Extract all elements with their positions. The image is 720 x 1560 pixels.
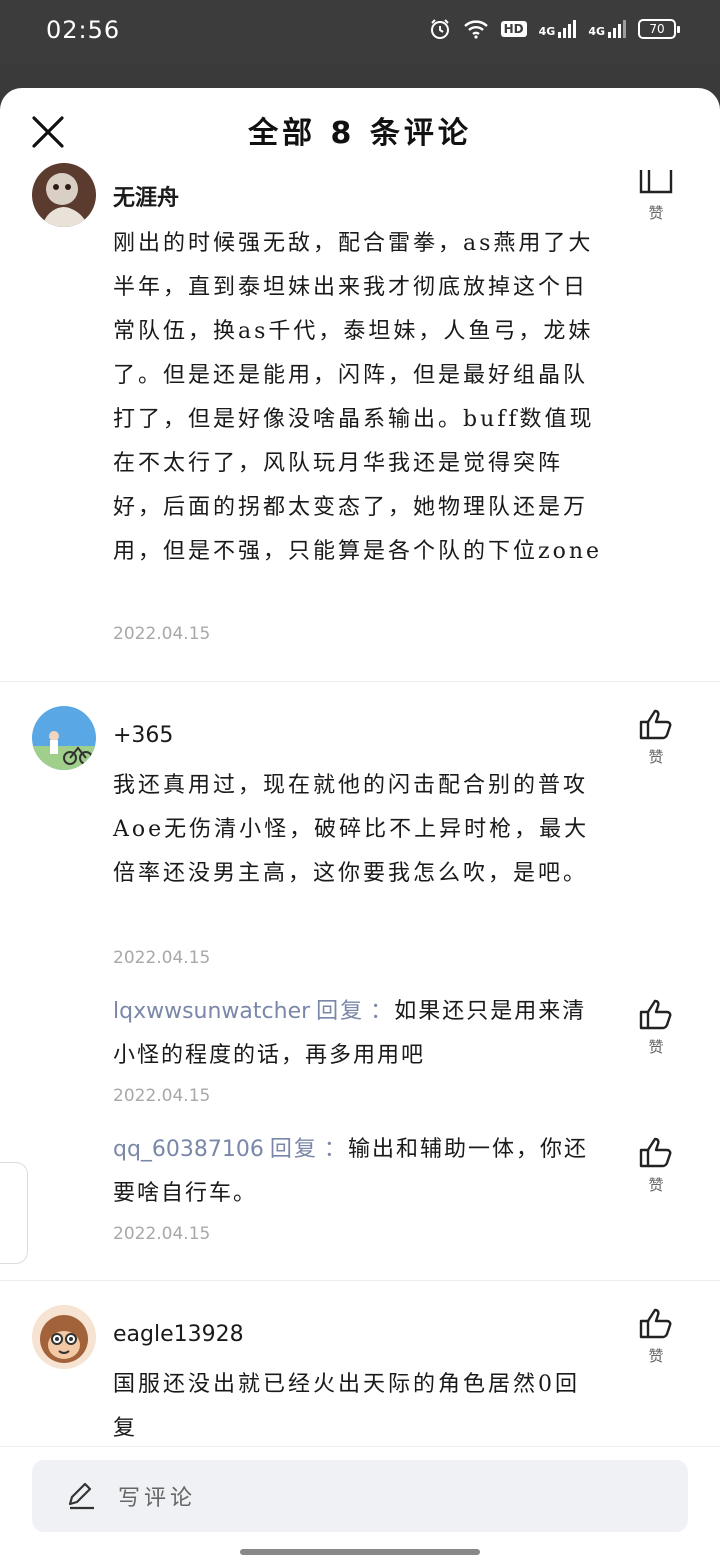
reply-connector: 回复: [269, 1137, 318, 1162]
like-label: 赞: [648, 204, 664, 222]
comment-item: eagle13928 赞 国服还没出就已经火出天际的角色居然0回复: [0, 1281, 720, 1451]
comment-date: 2022.04.15: [113, 624, 211, 644]
avatar[interactable]: [32, 163, 96, 227]
signal-icon: 4G: [539, 20, 577, 38]
thumbs-up-icon: [639, 709, 672, 740]
status-bar: 02:56 HD 4G 4G 70: [0, 0, 720, 64]
battery-icon: 70: [638, 19, 680, 39]
like-button[interactable]: 赞: [636, 1307, 676, 1366]
write-comment-placeholder: 写评论: [118, 1486, 197, 1511]
wifi-icon: [463, 19, 489, 39]
like-label: 赞: [648, 1176, 664, 1194]
reply-item: qq_60387106 回复 ：输出和辅助一体，你还要啥自行车。: [113, 1137, 588, 1206]
like-button[interactable]: 赞: [636, 170, 676, 223]
signal-icon-2: 4G: [588, 20, 626, 38]
comments-sheet: 全部 8 条评论 无涯舟 赞 刚出的时候强无敌，配合雷拳，as燕用了大半年，直到…: [0, 88, 720, 1560]
reply-item: lqxwwsunwatcher 回复 ：如果还只是用来清小怪的程度的话，再多用用吧: [113, 999, 587, 1068]
comment-text: 刚出的时候强无敌，配合雷拳，as燕用了大半年，直到泰坦妹出来我才彻底放掉这个日常…: [113, 231, 603, 564]
status-icons: HD 4G 4G 70: [429, 18, 680, 40]
avatar[interactable]: [32, 706, 96, 770]
like-button[interactable]: 赞: [636, 1136, 676, 1195]
reply-username[interactable]: lqxwwsunwatcher: [113, 999, 310, 1024]
hd-icon: HD: [500, 21, 527, 37]
comment-text: 我还真用过，现在就他的闪击配合别的普攻Aoe无伤清小怪，破碎比不上异时枪，最大倍…: [113, 773, 590, 886]
thumbs-up-icon: [639, 1308, 672, 1339]
avatar[interactable]: [32, 1305, 96, 1369]
comment-text: 国服还没出就已经火出天际的角色居然0回复: [113, 1372, 580, 1441]
like-button[interactable]: 赞: [636, 998, 676, 1057]
comment-username[interactable]: eagle13928: [113, 1322, 244, 1347]
comment-username[interactable]: 无涯舟: [113, 180, 179, 212]
network-type-label-2: 4G: [588, 25, 605, 38]
comment-item: 无涯舟 赞 刚出的时候强无敌，配合雷拳，as燕用了大半年，直到泰坦妹出来我才彻底…: [0, 88, 720, 682]
alarm-icon: [429, 18, 451, 40]
like-label: 赞: [648, 1347, 664, 1365]
home-indicator[interactable]: [240, 1549, 480, 1555]
like-label: 赞: [648, 748, 664, 766]
battery-level: 70: [649, 22, 665, 36]
thumbs-up-icon: [639, 1137, 672, 1168]
status-time: 02:56: [46, 16, 121, 44]
network-type-label: 4G: [538, 25, 556, 38]
comment-username[interactable]: +365: [113, 723, 173, 748]
reply-username[interactable]: qq_60387106: [113, 1137, 264, 1162]
side-drawer-handle[interactable]: [0, 1162, 28, 1264]
like-button[interactable]: 赞: [636, 708, 676, 767]
like-label: 赞: [648, 1038, 664, 1056]
comment-item: +365 赞 我还真用过，现在就他的闪击配合别的普攻Aoe无伤清小怪，破碎比不上…: [0, 682, 720, 1278]
pencil-icon: [68, 1482, 94, 1510]
reply-date: 2022.04.15: [113, 1224, 211, 1244]
bottom-bar: 写评论: [0, 1446, 720, 1560]
thumbs-up-icon: [639, 170, 673, 194]
write-comment-input[interactable]: 写评论: [32, 1460, 688, 1532]
thumbs-up-icon: [639, 999, 672, 1030]
reply-connector: 回复: [316, 999, 365, 1024]
comment-date: 2022.04.15: [113, 948, 211, 968]
reply-date: 2022.04.15: [113, 1086, 211, 1106]
